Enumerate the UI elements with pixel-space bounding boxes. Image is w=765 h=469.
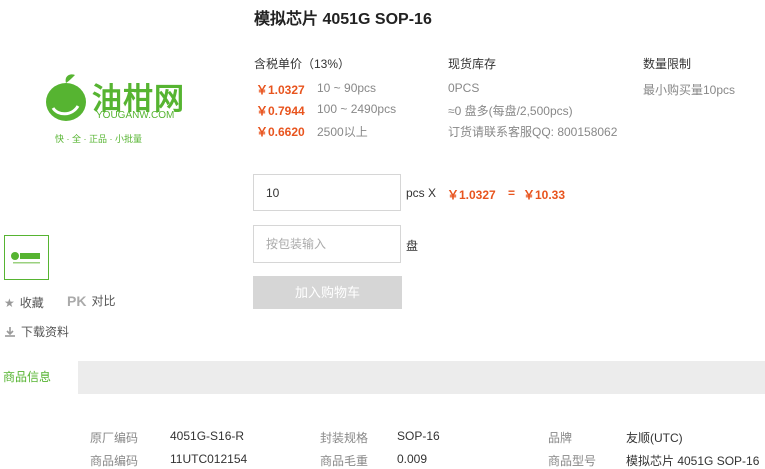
order-total: ￥10.33 (523, 188, 566, 202)
tab-product-info[interactable]: 商品信息 (0, 361, 78, 394)
logo-slogan: 快 · 全 · 正品 · 小批量 (55, 134, 142, 144)
product-thumbnail[interactable] (4, 235, 49, 280)
spec-value: 模拟芯片 4051G SOP-16 (626, 454, 760, 468)
limit-text: 最小购买量10pcs (643, 83, 736, 97)
order-unit-price: ￥1.0327 (447, 188, 496, 202)
spec-label: 品牌 (548, 431, 573, 445)
download-icon (5, 326, 15, 337)
package-quantity-input[interactable]: 按包装输入 (253, 225, 401, 263)
spec-label: 封装规格 (320, 431, 369, 445)
spec-value: 0.009 (397, 452, 428, 466)
site-logo: 油柑网 YOUGANW.COM 快 · 全 · 正品 · 小批量 (40, 70, 190, 145)
add-to-cart-button[interactable]: 加入购物车 (253, 276, 402, 309)
spec-label: 原厂编码 (90, 431, 139, 445)
price-tier-3-range: 2500以上 (317, 125, 368, 139)
stock-header: 现货库存 (448, 57, 497, 71)
price-header: 含税单价（13%） (254, 57, 351, 71)
download-label: 下载资料 (21, 325, 70, 339)
spec-value: 11UTC012154 (170, 452, 248, 466)
spec-label: 商品编码 (90, 454, 139, 468)
quantity-input[interactable]: 10 (253, 174, 401, 211)
detail-tab-bar (0, 361, 765, 394)
pk-badge: PK (67, 292, 87, 309)
favorite-label: 收藏 (19, 296, 44, 310)
spec-label: 商品型号 (548, 454, 597, 468)
compare-action[interactable]: PK 对比 (67, 292, 115, 309)
thumbnail-logo-icon (11, 252, 40, 264)
product-title: 模拟芯片 4051G SOP-16 (254, 11, 432, 28)
price-tier-2-range: 100 ~ 2490pcs (317, 102, 397, 116)
favorite-action[interactable]: ★ 收藏 (4, 294, 44, 311)
qty-unit-label: pcs X (406, 186, 437, 200)
price-tier-2-price: ￥0.7944 (256, 104, 305, 118)
logo-brand-en: YOUGANW.COM (96, 110, 175, 121)
logo-fruit-icon (46, 74, 86, 121)
limit-header: 数量限制 (643, 57, 692, 71)
price-tier-3-price: ￥0.6620 (256, 125, 305, 139)
compare-label: 对比 (91, 294, 116, 308)
order-equals: = (508, 186, 516, 200)
stock-reels: ≈0 盘多(每盘/2,500pcs) (448, 104, 573, 118)
price-tier-1-range: 10 ~ 90pcs (317, 81, 377, 95)
price-tier-1-price: ￥1.0327 (256, 83, 305, 97)
star-icon: ★ (4, 295, 15, 310)
spec-value: SOP-16 (397, 429, 440, 443)
spec-value: 友顺(UTC) (626, 431, 683, 445)
package-unit-label: 盘 (406, 239, 419, 253)
download-action[interactable]: 下载资料 (4, 323, 69, 340)
stock-quantity: 0PCS (448, 81, 480, 95)
spec-value: 4051G-S16-R (170, 429, 245, 443)
spec-label: 商品毛重 (320, 454, 369, 468)
stock-contact: 订货请联系客服QQ: 800158062 (448, 125, 618, 139)
